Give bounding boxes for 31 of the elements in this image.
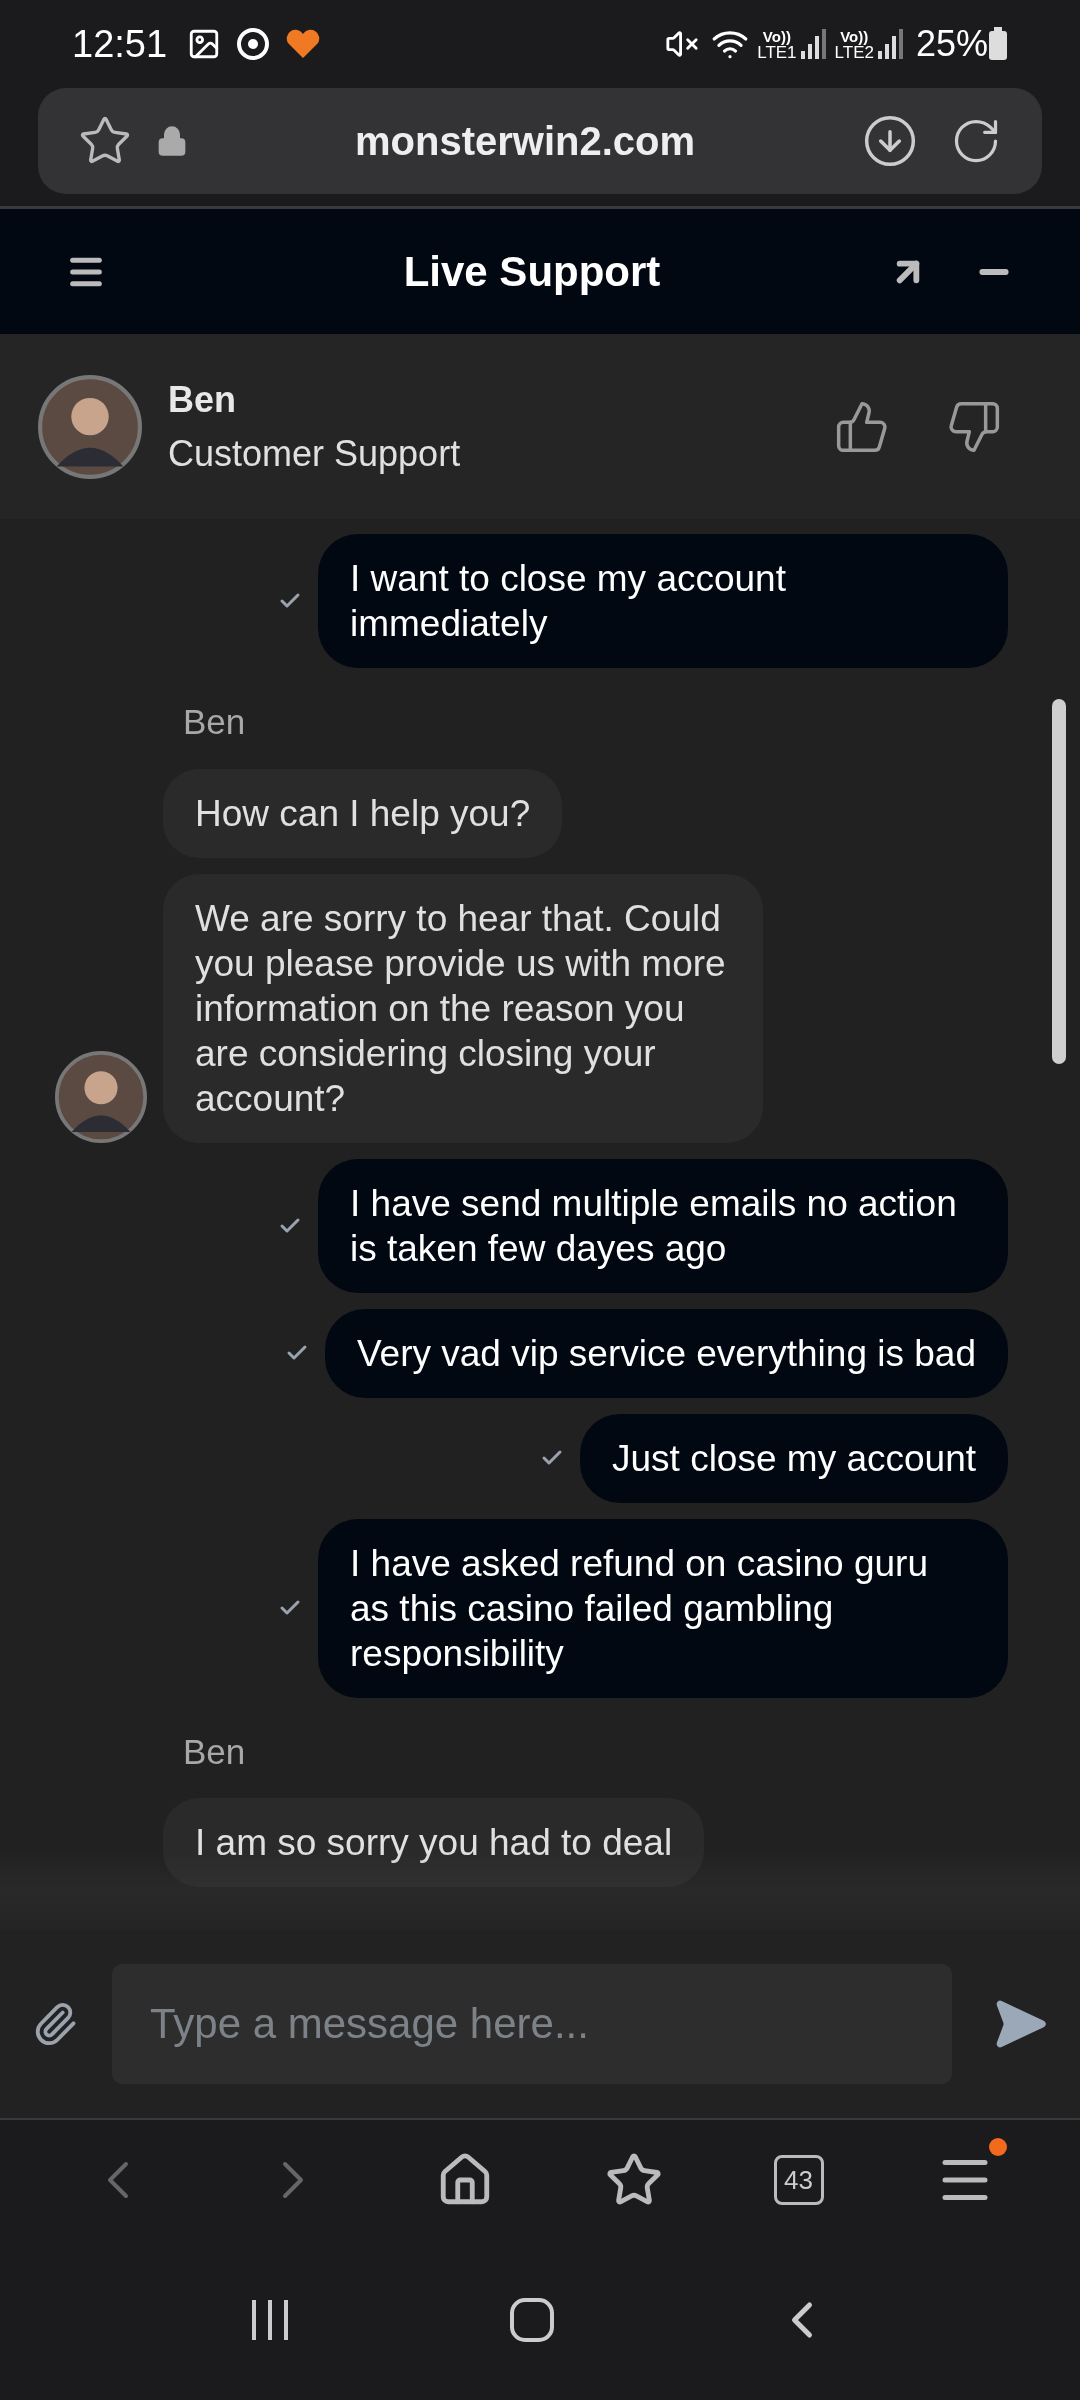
heart-icon	[285, 28, 322, 60]
url-text: monsterwin2.com	[353, 118, 697, 165]
scrollbar[interactable]	[1052, 699, 1066, 1064]
sent-message: I want to close my account immediately	[318, 534, 1008, 668]
download-icon[interactable]	[862, 113, 918, 169]
sender-name: Ben	[182, 701, 247, 743]
sent-message: I have asked refund on casino guru as this casino failed gambling responsibility	[318, 1518, 1008, 1698]
address-bar[interactable]: monsterwin2.com	[38, 88, 1042, 194]
signal-icon	[877, 27, 904, 61]
received-message: I am so sorry you had to deal	[163, 1798, 705, 1887]
sent-message: I have send multiple emails no action is taken few dayes ago	[318, 1158, 1008, 1293]
agent-name: Ben	[168, 377, 237, 422]
avatar-icon	[38, 374, 142, 479]
lock-icon	[156, 125, 188, 157]
agent-role: Customer Support	[168, 431, 462, 476]
battery-icon	[988, 27, 1008, 61]
received-message: How can I help you?	[163, 768, 563, 858]
message-field[interactable]: Type a message here...	[112, 1964, 952, 2084]
sent-message: Just close my account	[580, 1413, 1008, 1503]
received-message: We are sorry to hear that. Could you please provide us with more information on the reason you are considering closing your account?	[163, 873, 763, 1143]
home-button-icon[interactable]	[509, 2297, 555, 2343]
battery-percent: 25%	[915, 22, 988, 66]
chrome-icon	[237, 28, 270, 60]
network-label: LTE1	[757, 44, 797, 61]
sender-name: Ben	[182, 1730, 247, 1773]
tabs-button[interactable]: 43	[773, 2155, 824, 2205]
signal-icon	[800, 27, 827, 61]
status-time: 12:51	[72, 21, 168, 67]
chat-title: Live Support	[402, 247, 662, 297]
network-label: LTE2	[834, 44, 874, 61]
sent-message: Very vad vip service everything is bad	[324, 1308, 1008, 1398]
